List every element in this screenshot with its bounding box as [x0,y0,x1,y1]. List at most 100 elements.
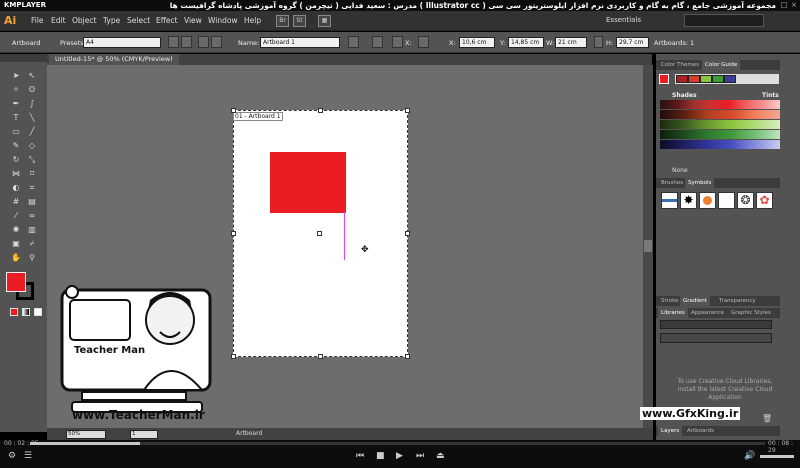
artboard-center-point[interactable] [317,231,322,236]
color-guide-row-green[interactable] [660,130,780,139]
color-mode-icon[interactable] [10,308,18,316]
symbol-orb-icon[interactable] [699,192,716,209]
line-tool-icon[interactable]: ╲ [26,112,38,123]
playlist-icon[interactable]: ☰ [24,451,32,461]
artboard-handle[interactable] [405,231,410,236]
eyedropper-tool-icon[interactable]: ⁄ [10,210,22,221]
symbol-splash-icon[interactable]: ✸ [680,192,697,209]
symbol-ring-icon[interactable]: ❂ [737,192,754,209]
width-tool-icon[interactable]: ⋈ [10,168,22,179]
document-tab[interactable]: Untitled-15* @ 50% (CMYK/Preview) [49,54,179,65]
pen-tool-icon[interactable]: ✒ [10,98,22,109]
tab-layers[interactable]: Layers [658,426,683,436]
symbol-flower-icon[interactable]: ✿ [756,192,773,209]
delete-artboard-icon[interactable] [211,36,222,48]
play-icon[interactable]: ▶ [396,451,403,461]
reference-point-icon[interactable] [392,36,403,48]
artboard-handle[interactable] [231,108,236,113]
paintbrush-tool-icon[interactable]: ╱ [26,126,38,137]
volume-slider[interactable] [760,455,794,458]
menu-object[interactable]: Object [72,16,96,25]
move-with-artboard-icon[interactable] [348,36,359,48]
zoom-tool-icon[interactable]: ⚲ [26,252,38,263]
color-guide-row-orange[interactable] [660,110,780,119]
harmony-swatch[interactable] [712,75,724,83]
scale-tool-icon[interactable]: ⤡ [26,154,38,165]
symbol-swatch[interactable] [661,192,678,209]
eject-icon[interactable]: ⏏ [436,451,445,461]
tab-transparency[interactable]: Transparency [716,296,759,306]
harmony-swatch[interactable] [724,75,736,83]
trash-icon[interactable]: 🗑 [762,414,772,423]
mesh-tool-icon[interactable]: # [10,196,22,207]
hand-tool-icon[interactable]: ✋ [10,252,22,263]
help-search-input[interactable] [684,14,764,27]
artboard-handle[interactable] [405,108,410,113]
artboard-handle[interactable] [231,231,236,236]
portrait-icon[interactable] [168,36,179,48]
menu-select[interactable]: Select [127,16,150,25]
next-icon[interactable]: ⏭ [416,451,424,461]
library-search-input[interactable] [660,333,772,343]
red-rectangle[interactable] [270,152,346,213]
tab-libraries[interactable]: Libraries [658,308,688,318]
blend-tool-icon[interactable]: ∞ [26,210,38,221]
gradient-tool-icon[interactable]: ▤ [26,196,38,207]
tab-gradient[interactable]: Gradient [680,296,710,306]
type-tool-icon[interactable]: T [10,112,22,123]
tab-stroke[interactable]: Stroke [658,296,682,306]
artboard-handle[interactable] [231,354,236,359]
tab-appearance[interactable]: Appearance [688,308,727,318]
symbol-sprayer-tool-icon[interactable]: ✺ [10,224,22,235]
rotate-tool-icon[interactable]: ↻ [10,154,22,165]
artboard-handle[interactable] [318,354,323,359]
selection-tool-icon[interactable]: ➤ [10,70,22,81]
artboard-handle[interactable] [318,108,323,113]
maximize-icon[interactable]: □ [780,1,788,9]
bridge-icon[interactable]: Br [276,15,289,27]
eraser-tool-icon[interactable]: ◇ [26,140,38,151]
seek-bar[interactable] [30,442,765,445]
tab-graphic-styles[interactable]: Graphic Styles [728,308,774,318]
free-transform-tool-icon[interactable]: ⌑ [26,168,38,179]
fill-swatch[interactable] [6,272,26,292]
preset-select[interactable]: A4 [83,37,161,48]
tab-color-guide[interactable]: Color Guide [702,60,741,70]
volume-icon[interactable]: 🔊 [744,451,755,461]
harmony-swatch[interactable] [676,75,688,83]
menu-view[interactable]: View [184,16,202,25]
align-icon[interactable] [418,36,429,48]
menu-edit[interactable]: Edit [51,16,66,25]
slice-tool-icon[interactable]: ⌿ [26,238,38,249]
color-guide-row-lime[interactable] [660,120,780,129]
menu-file[interactable]: File [31,16,44,25]
tab-symbols[interactable]: Symbols [685,178,715,188]
settings-icon[interactable]: ⚙ [8,451,16,461]
artboard-handle[interactable] [405,354,410,359]
tab-artboards[interactable]: Artboards [684,426,717,436]
curvature-tool-icon[interactable]: ∫ [26,98,38,109]
rectangle-tool-icon[interactable]: ▭ [10,126,22,137]
magic-wand-tool-icon[interactable]: ✧ [10,84,22,95]
w-field[interactable]: 21 cm [555,37,587,48]
none-mode-icon[interactable] [34,308,42,316]
artboard-tool-icon[interactable]: ▣ [10,238,22,249]
landscape-icon[interactable] [181,36,192,48]
close-icon[interactable]: × [790,1,798,9]
prev-icon[interactable]: ⏮ [356,451,364,461]
menu-type[interactable]: Type [103,16,120,25]
minimize-icon[interactable]: – [770,1,778,9]
direct-selection-tool-icon[interactable]: ↖ [26,70,38,81]
lasso-tool-icon[interactable]: ʘ [26,84,38,95]
gradient-mode-icon[interactable] [22,308,30,316]
harmony-swatch[interactable] [700,75,712,83]
stock-icon[interactable]: St [293,15,306,27]
base-color-swatch[interactable] [659,74,669,84]
scroll-thumb[interactable] [644,240,652,252]
tab-brushes[interactable]: Brushes [658,178,686,188]
y-field[interactable]: 14,85 cm [508,37,544,48]
constrain-proportions-icon[interactable] [594,36,603,48]
menu-help[interactable]: Help [244,16,261,25]
arrange-docs-icon[interactable]: ▦ [318,15,331,27]
new-artboard-icon[interactable] [198,36,209,48]
